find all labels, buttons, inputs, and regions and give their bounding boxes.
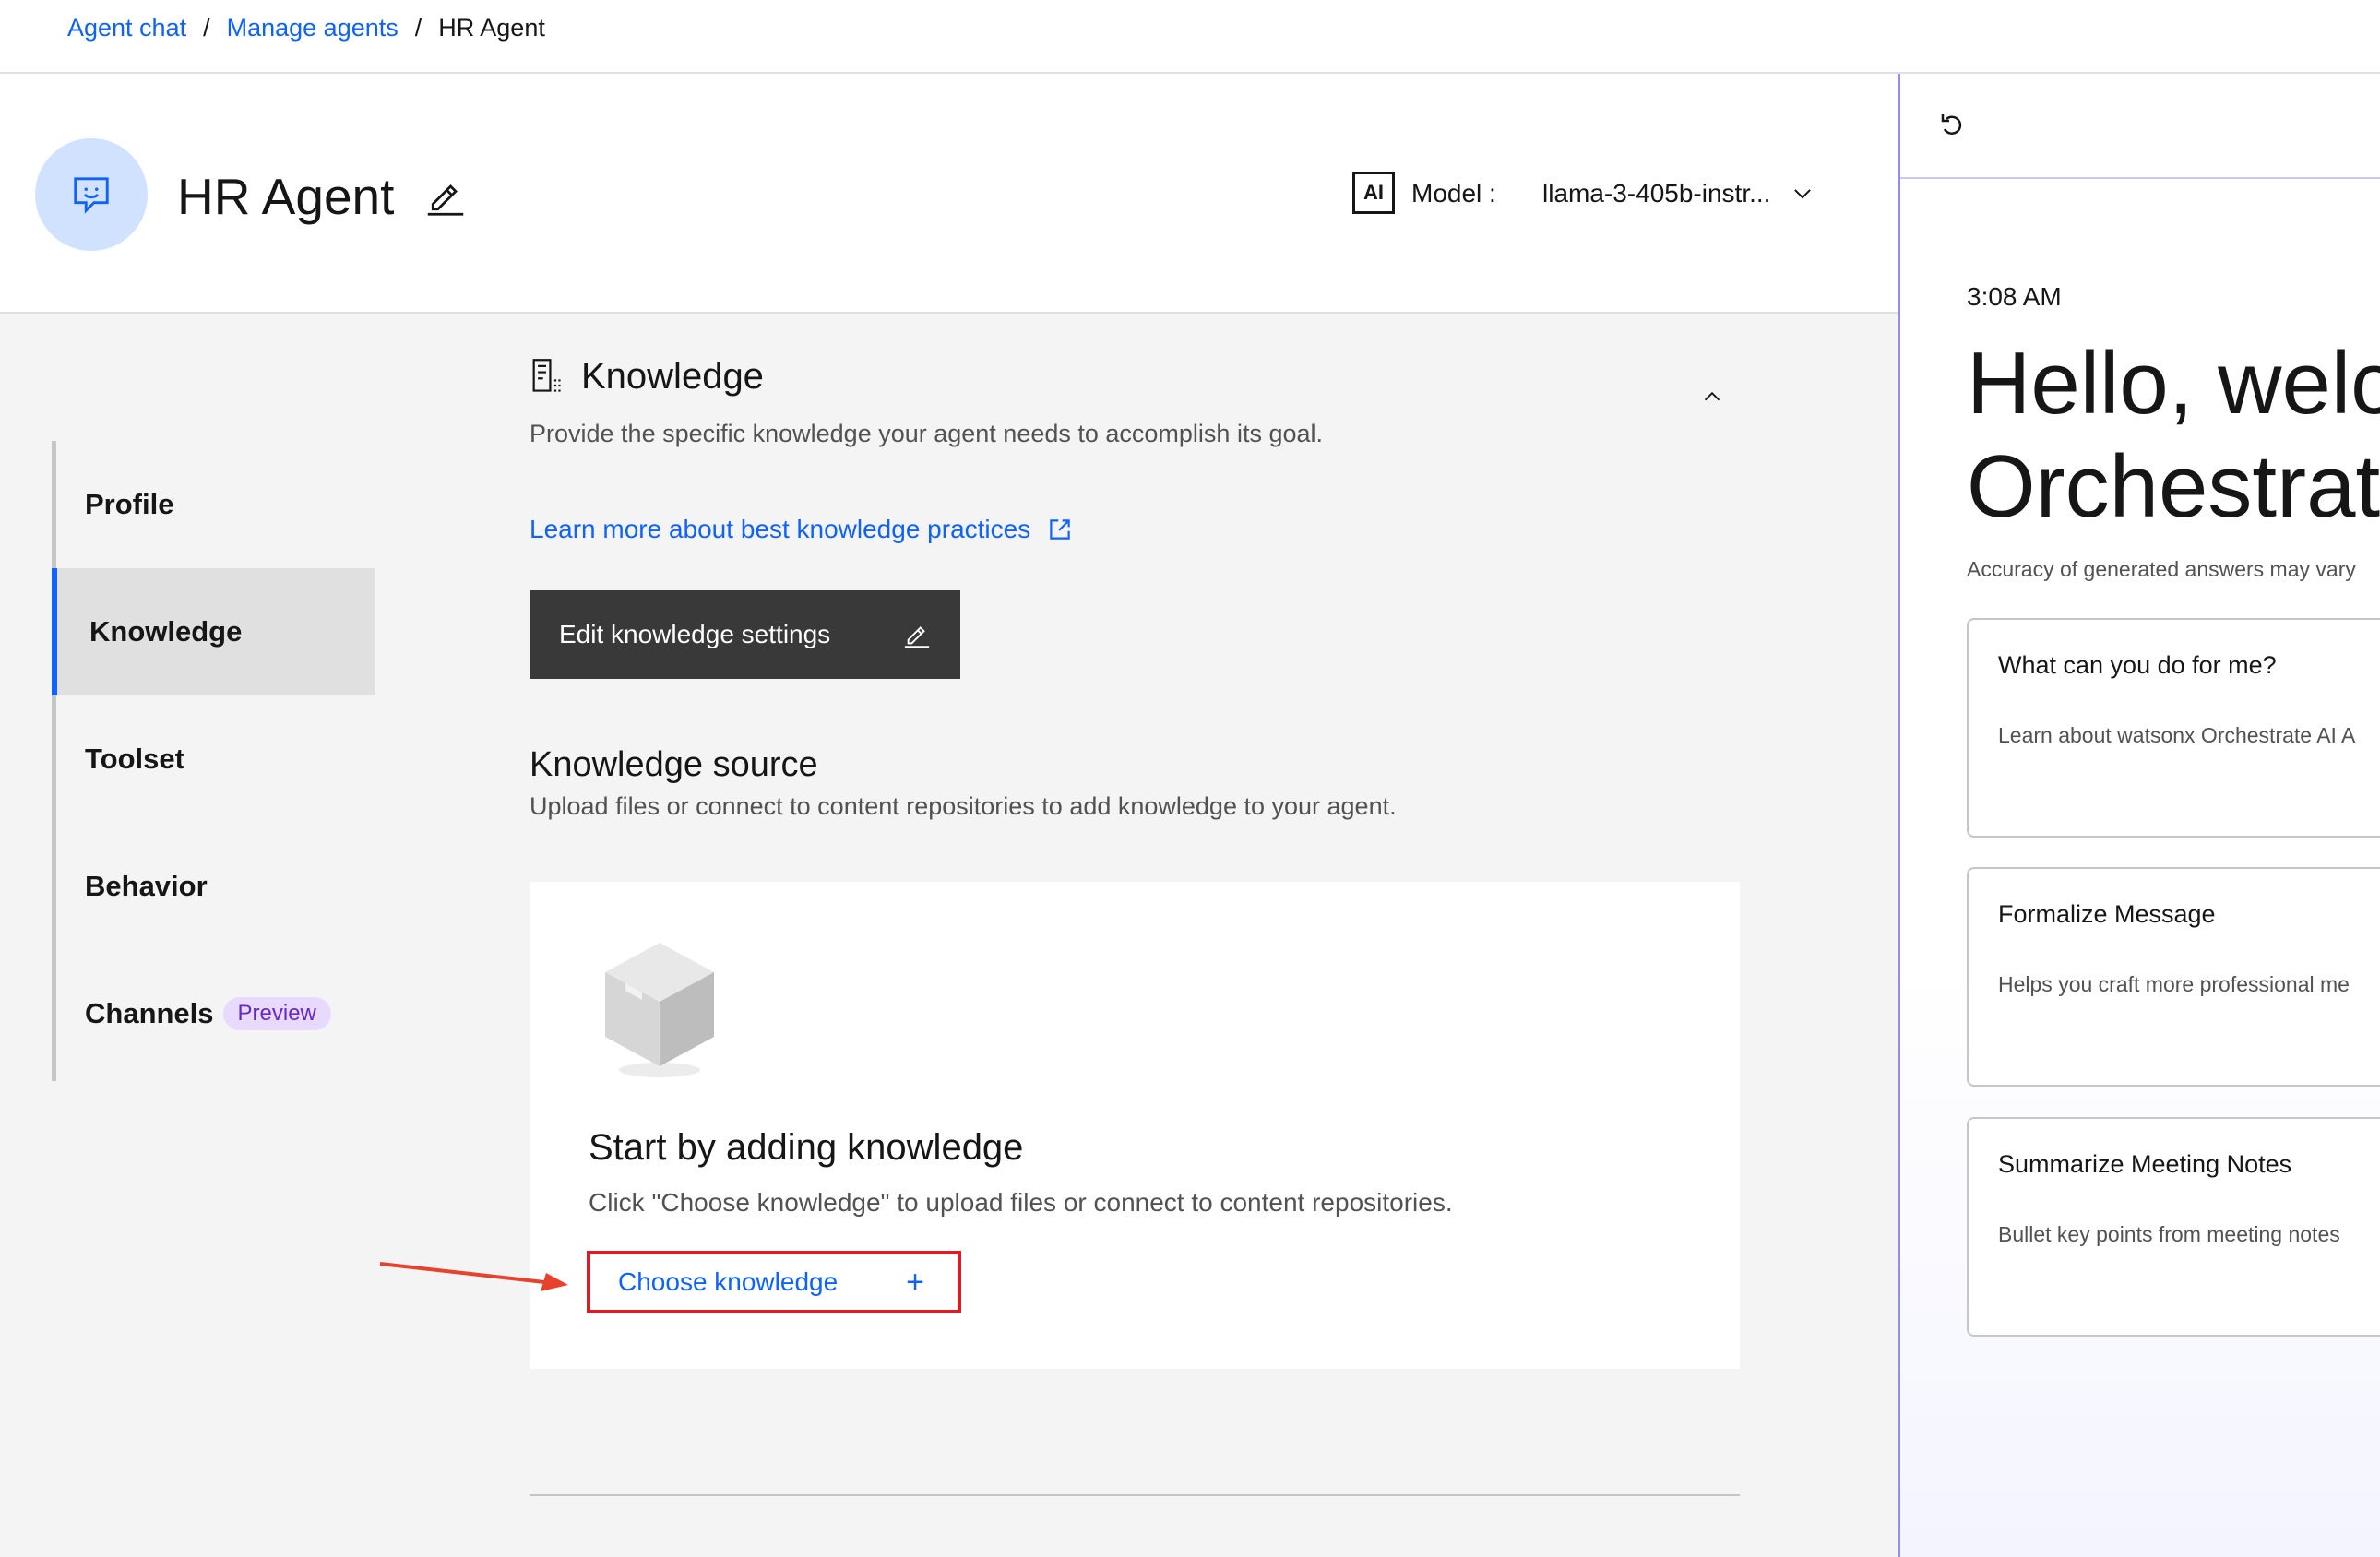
chat-disclaimer: Accuracy of generated answers may vary (1967, 557, 2356, 581)
empty-state-card: Start by adding knowledge Click "Choose … (530, 882, 1740, 1369)
nav-item-label: Channels (85, 997, 214, 1029)
breadcrumb-manage-agents[interactable]: Manage agents (227, 14, 399, 42)
chat-panel: 3:08 AM Hello, welc Orchestrat Accuracy … (1898, 74, 2380, 1557)
preview-tag: Preview (222, 997, 331, 1030)
prompt-card-description: Helps you craft more professional me (1998, 972, 2350, 996)
prompt-card[interactable]: What can you do for me? Learn about wats… (1967, 618, 2380, 838)
edit-knowledge-settings-label: Edit knowledge settings (559, 620, 831, 648)
edit-title-button[interactable] (424, 173, 467, 220)
nav-item-profile[interactable]: Profile (52, 441, 375, 568)
agent-avatar (35, 138, 148, 251)
reset-chat-button[interactable] (1934, 107, 1970, 144)
greeting-line: Hello, welc (1967, 334, 2380, 433)
nav-item-label: Toolset (85, 743, 184, 775)
document-list-icon (530, 358, 563, 395)
ai-badge: AI (1352, 172, 1395, 214)
knowledge-description: Provide the specific knowledge your agen… (530, 420, 1323, 447)
chat-toolbar (1900, 74, 2380, 179)
pencil-icon (427, 184, 464, 216)
chevron-down-icon (1794, 189, 1812, 199)
breadcrumb-separator: / (203, 13, 210, 42)
reset-icon (1941, 114, 1962, 136)
side-nav: Profile Knowledge Toolset Behavior Chann… (52, 441, 375, 1081)
greeting-line: Orchestrat (1967, 437, 2380, 536)
chevron-up-icon (1704, 391, 1720, 401)
prompt-card-description: Bullet key points from meeting notes (1998, 1222, 2340, 1246)
chat-timestamp: 3:08 AM (1967, 282, 2062, 311)
nav-item-channels[interactable]: Channels Preview (52, 950, 375, 1077)
model-value: llama-3-405b-instr... (1542, 179, 1771, 208)
pencil-icon (904, 626, 930, 648)
nav-item-label: Profile (85, 488, 174, 520)
choose-knowledge-label: Choose knowledge (618, 1267, 839, 1296)
prompt-card[interactable]: Formalize Message Helps you craft more p… (1967, 867, 2380, 1087)
breadcrumb-agent-chat[interactable]: Agent chat (67, 14, 186, 42)
box-icon (603, 941, 716, 1081)
edit-knowledge-settings-button[interactable]: Edit knowledge settings (530, 590, 960, 679)
agent-header: HR Agent AI Model : llama-3-405b-instr..… (0, 74, 1898, 314)
prompt-card-title: What can you do for me? (1998, 651, 2277, 679)
nav-item-toolset[interactable]: Toolset (52, 695, 375, 823)
nav-item-knowledge[interactable]: Knowledge (52, 568, 375, 695)
external-link-icon (1050, 519, 1070, 540)
learn-more-link[interactable]: Learn more about best knowledge practice… (530, 513, 1073, 546)
learn-more-label: Learn more about best knowledge practice… (530, 515, 1031, 543)
model-label: Model : (1411, 179, 1496, 208)
annotation-arrow-icon (378, 1254, 572, 1291)
model-select[interactable]: llama-3-405b-instr... (1542, 170, 1815, 218)
choose-knowledge-button[interactable]: Choose knowledge + (587, 1251, 961, 1313)
agent-title: HR Agent (177, 168, 395, 225)
empty-state-title: Start by adding knowledge (589, 1127, 1024, 1168)
chat-greeting: Hello, welc Orchestrat (1967, 332, 2380, 539)
chat-bot-icon (74, 177, 109, 214)
nav-item-behavior[interactable]: Behavior (52, 823, 375, 950)
knowledge-title: Knowledge (581, 356, 764, 397)
breadcrumb-separator: / (414, 13, 422, 42)
empty-state-description: Click "Choose knowledge" to upload files… (589, 1188, 1453, 1217)
nav-item-label: Behavior (85, 870, 208, 902)
prompt-card[interactable]: Summarize Meeting Notes Bullet key point… (1967, 1117, 2380, 1337)
breadcrumb: Agent chat / Manage agents / HR Agent (67, 9, 545, 46)
nav-item-label: Knowledge (89, 615, 243, 648)
prompt-card-title: Summarize Meeting Notes (1998, 1150, 2292, 1178)
knowledge-source-title: Knowledge source (530, 745, 818, 784)
prompt-card-title: Formalize Message (1998, 900, 2216, 928)
collapse-button[interactable] (1696, 380, 1729, 413)
section-divider (530, 1494, 1740, 1496)
prompt-card-description: Learn about watsonx Orchestrate AI A (1998, 723, 2356, 747)
knowledge-source-description: Upload files or connect to content repos… (530, 792, 1397, 820)
plus-icon: + (906, 1264, 924, 1300)
breadcrumb-current: HR Agent (438, 13, 545, 42)
